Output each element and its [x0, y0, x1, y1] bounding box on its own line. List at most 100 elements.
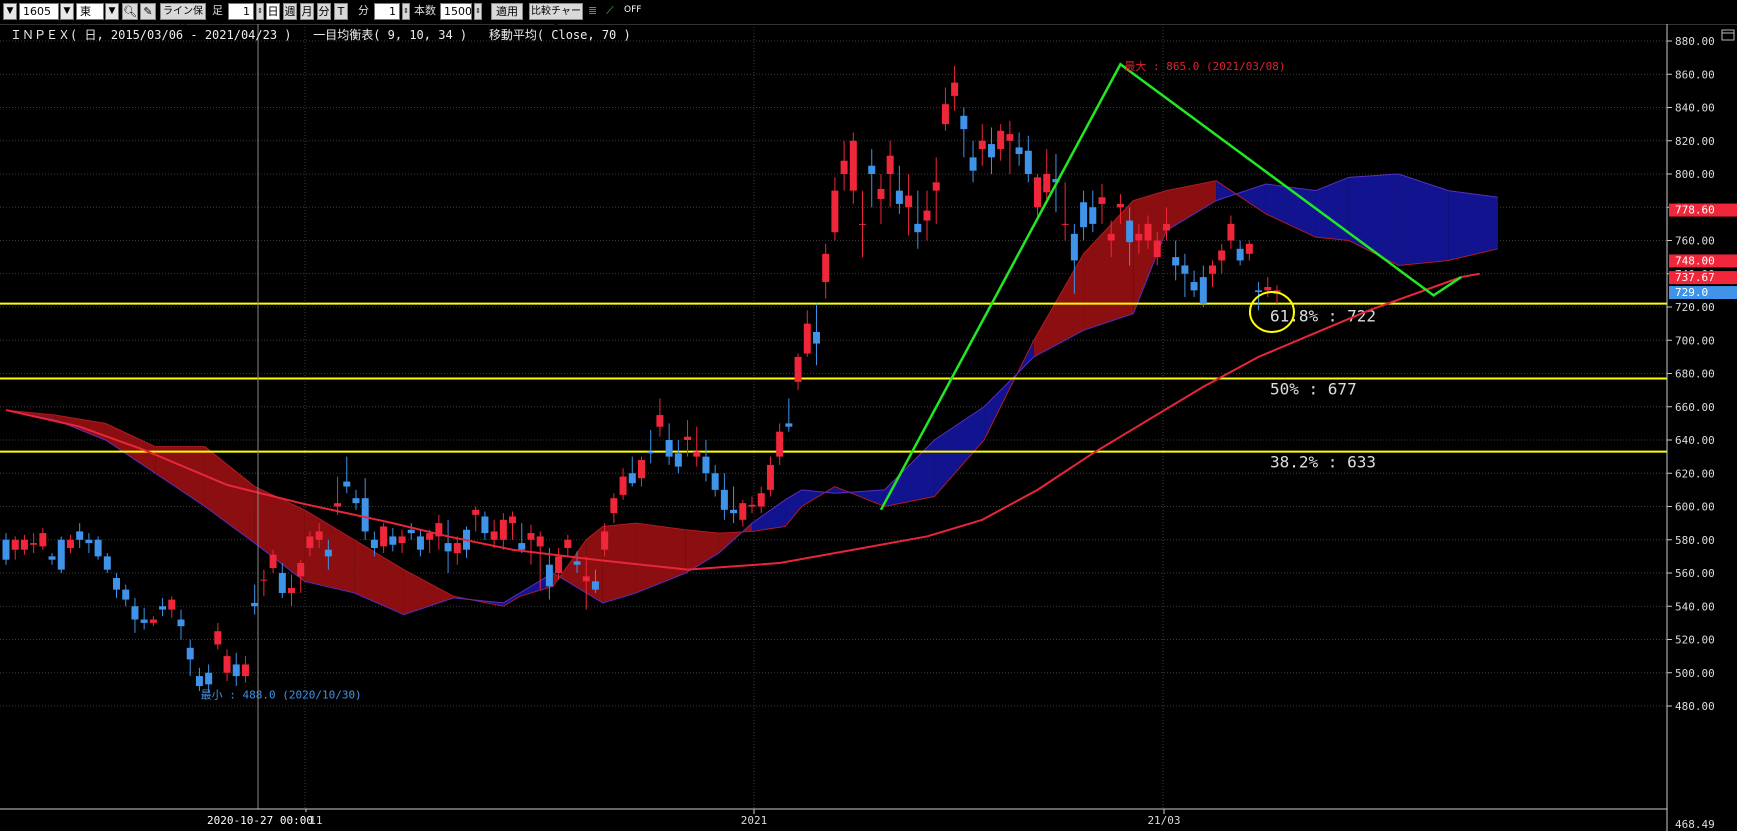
candle-body	[730, 509, 738, 514]
minute-label: 分	[358, 4, 369, 17]
candle-body	[840, 160, 848, 174]
minute-stepper[interactable]: ⇕	[402, 3, 410, 20]
period-stepper[interactable]: ⇕	[256, 3, 264, 20]
candle-body	[251, 602, 259, 607]
candle-body	[748, 504, 756, 507]
candle-body	[398, 536, 406, 544]
price-tag-label: 748.00	[1675, 254, 1715, 267]
candle-body	[822, 253, 830, 283]
candle-body	[57, 539, 65, 570]
timeframe-minute-tab[interactable]: 分	[317, 3, 331, 20]
candle-body	[426, 533, 434, 540]
price-chart[interactable]: 61.8% : 722 50% : 677 38.2% : 633 最大 : 865.…	[0, 24, 1737, 831]
candle-body	[877, 188, 885, 199]
date-label: 2021	[741, 814, 768, 827]
cloud-segment	[1448, 190, 1499, 261]
menu-dropdown-button[interactable]: ▼	[3, 3, 17, 20]
search-icon[interactable]: 🔍︎	[122, 3, 138, 20]
candle-body	[628, 473, 636, 484]
timeframe-month-tab[interactable]: 月	[300, 3, 314, 20]
candle-body	[951, 82, 959, 96]
candle-body	[2, 539, 10, 560]
price-tick-label: 600.00	[1675, 501, 1715, 514]
candle-body	[1034, 177, 1042, 208]
bars-stepper[interactable]: ⇕	[474, 3, 482, 20]
candle-body	[214, 631, 222, 645]
timeframe-week-tab[interactable]: 週	[283, 3, 297, 20]
candle-body	[573, 561, 581, 565]
price-tick-label: 480.00	[1675, 700, 1715, 713]
candle-body	[1181, 265, 1189, 274]
candle-body	[11, 539, 19, 550]
timeframe-day-tab[interactable]: 日	[266, 3, 280, 20]
candle-body	[766, 464, 774, 490]
candle-body	[720, 489, 728, 510]
line-chart-icon[interactable]: ⟋	[606, 3, 622, 20]
candle-body	[260, 579, 268, 581]
candle-body	[647, 451, 655, 454]
volume-bars-icon[interactable]: ≣	[588, 3, 604, 20]
candle-body	[932, 182, 940, 191]
candle-body	[149, 619, 157, 623]
candle-body	[1209, 265, 1217, 274]
price-tick-label: 860.00	[1675, 68, 1715, 81]
ichimoku-info: 一目均衡表( 9, 10, 34 )	[313, 28, 468, 42]
cloud-segment	[1133, 190, 1167, 314]
symbol-dropdown-icon[interactable]: ▼	[60, 3, 74, 20]
candle-body	[1162, 223, 1170, 231]
candle-body	[674, 453, 682, 467]
fibonacci-levels: 61.8% : 722 50% : 677 38.2% : 633	[0, 302, 1667, 472]
edit-icon[interactable]: ✎	[140, 3, 156, 20]
candle-body	[380, 526, 388, 547]
candle-body	[453, 543, 461, 554]
symbol-field[interactable]: 1605	[19, 3, 59, 20]
price-tick-label: 500.00	[1675, 667, 1715, 680]
candle-body	[159, 606, 167, 610]
price-tick-label: 880.00	[1675, 35, 1715, 48]
candle-body	[1080, 202, 1088, 228]
candle-body	[481, 516, 489, 534]
ma-info: 移動平均( Close, 70 )	[488, 28, 631, 42]
period-field[interactable]: 1	[228, 3, 254, 20]
candle-body	[361, 498, 369, 532]
cloud-segment	[1033, 253, 1084, 357]
save-line-button[interactable]: ライン保存	[160, 3, 206, 32]
price-tick-label: 580.00	[1675, 534, 1715, 547]
candle-body	[1199, 277, 1207, 304]
candle-body	[131, 606, 139, 620]
candle-body	[1043, 174, 1051, 193]
market-dropdown-icon[interactable]: ▼	[105, 3, 119, 20]
candle-body	[812, 331, 820, 344]
price-tick-label: 700.00	[1675, 334, 1715, 347]
market-select[interactable]: 東証	[76, 3, 104, 33]
panel-toggle-icon[interactable]	[1721, 29, 1735, 41]
candle-body	[905, 195, 913, 208]
bars-field[interactable]: 1500	[440, 3, 472, 20]
candle-body	[739, 503, 747, 520]
compare-chart-button[interactable]: 比較チャート	[529, 3, 583, 32]
price-tag-label: 778.60	[1675, 204, 1715, 217]
minute-field[interactable]: 1	[374, 3, 400, 20]
price-tick-label: 520.00	[1675, 634, 1715, 647]
candle-body	[140, 619, 148, 623]
candle-body	[803, 323, 811, 354]
candle-body	[978, 140, 986, 150]
candle-body	[1227, 223, 1235, 241]
candle-body	[1245, 243, 1253, 254]
candle-body	[66, 539, 74, 549]
candle-body	[416, 536, 424, 550]
candle-body	[39, 533, 47, 547]
candle-body	[94, 539, 102, 557]
candle-body	[103, 556, 111, 570]
apply-button[interactable]: 適用	[491, 3, 523, 20]
candle-body	[232, 664, 240, 677]
candle-body	[334, 503, 342, 507]
timeframe-tick-tab[interactable]: T	[334, 3, 348, 20]
candle-body	[831, 190, 839, 233]
candle-body	[241, 664, 249, 677]
candle-body	[288, 587, 296, 593]
cloud-segment	[685, 529, 719, 573]
candle-body	[1015, 147, 1023, 155]
off-toggle[interactable]: OFF	[624, 3, 646, 20]
fib-label: 38.2% : 633	[1270, 453, 1376, 472]
